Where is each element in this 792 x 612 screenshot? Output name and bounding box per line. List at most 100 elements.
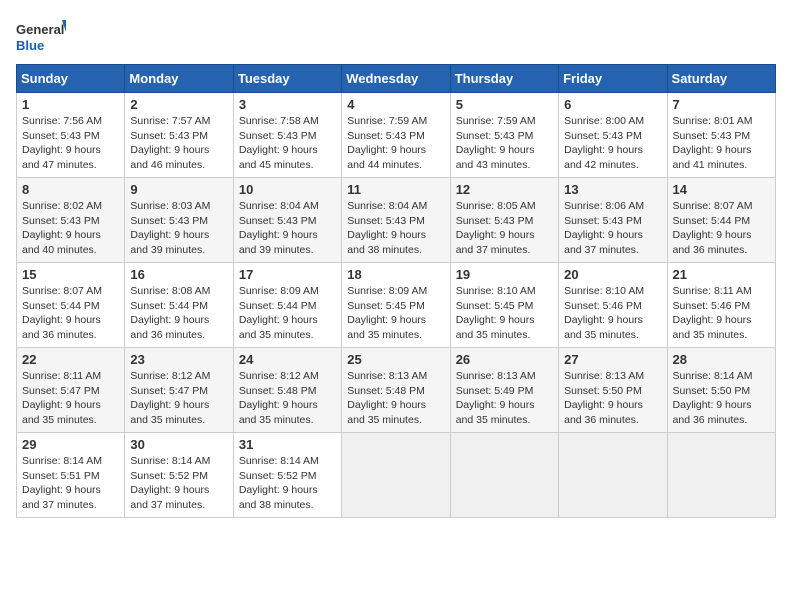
calendar-cell: 12 Sunrise: 8:05 AMSunset: 5:43 PMDaylig… bbox=[450, 178, 558, 263]
day-info: Sunrise: 8:06 AMSunset: 5:43 PMDaylight:… bbox=[564, 199, 661, 258]
day-info: Sunrise: 8:04 AMSunset: 5:43 PMDaylight:… bbox=[239, 199, 336, 258]
day-header-tuesday: Tuesday bbox=[233, 65, 341, 93]
calendar-cell: 4 Sunrise: 7:59 AMSunset: 5:43 PMDayligh… bbox=[342, 93, 450, 178]
day-info: Sunrise: 8:08 AMSunset: 5:44 PMDaylight:… bbox=[130, 284, 227, 343]
day-info: Sunrise: 7:57 AMSunset: 5:43 PMDaylight:… bbox=[130, 114, 227, 173]
day-info: Sunrise: 8:13 AMSunset: 5:49 PMDaylight:… bbox=[456, 369, 553, 428]
day-number: 25 bbox=[347, 352, 444, 367]
day-info: Sunrise: 7:59 AMSunset: 5:43 PMDaylight:… bbox=[347, 114, 444, 173]
calendar-week-3: 15 Sunrise: 8:07 AMSunset: 5:44 PMDaylig… bbox=[17, 263, 776, 348]
day-info: Sunrise: 8:04 AMSunset: 5:43 PMDaylight:… bbox=[347, 199, 444, 258]
logo-svg: General Blue bbox=[16, 16, 66, 56]
svg-text:General: General bbox=[16, 22, 64, 37]
day-number: 9 bbox=[130, 182, 227, 197]
calendar-cell: 20 Sunrise: 8:10 AMSunset: 5:46 PMDaylig… bbox=[559, 263, 667, 348]
day-info: Sunrise: 8:07 AMSunset: 5:44 PMDaylight:… bbox=[22, 284, 119, 343]
calendar-week-4: 22 Sunrise: 8:11 AMSunset: 5:47 PMDaylig… bbox=[17, 348, 776, 433]
calendar-cell bbox=[559, 433, 667, 518]
calendar-cell: 14 Sunrise: 8:07 AMSunset: 5:44 PMDaylig… bbox=[667, 178, 775, 263]
calendar-cell bbox=[342, 433, 450, 518]
day-number: 19 bbox=[456, 267, 553, 282]
calendar-cell bbox=[450, 433, 558, 518]
day-info: Sunrise: 8:13 AMSunset: 5:48 PMDaylight:… bbox=[347, 369, 444, 428]
calendar-cell: 27 Sunrise: 8:13 AMSunset: 5:50 PMDaylig… bbox=[559, 348, 667, 433]
calendar-cell: 21 Sunrise: 8:11 AMSunset: 5:46 PMDaylig… bbox=[667, 263, 775, 348]
day-info: Sunrise: 8:05 AMSunset: 5:43 PMDaylight:… bbox=[456, 199, 553, 258]
calendar-cell: 29 Sunrise: 8:14 AMSunset: 5:51 PMDaylig… bbox=[17, 433, 125, 518]
calendar-week-2: 8 Sunrise: 8:02 AMSunset: 5:43 PMDayligh… bbox=[17, 178, 776, 263]
day-info: Sunrise: 8:14 AMSunset: 5:52 PMDaylight:… bbox=[239, 454, 336, 513]
calendar-cell: 30 Sunrise: 8:14 AMSunset: 5:52 PMDaylig… bbox=[125, 433, 233, 518]
day-number: 3 bbox=[239, 97, 336, 112]
calendar-cell: 17 Sunrise: 8:09 AMSunset: 5:44 PMDaylig… bbox=[233, 263, 341, 348]
calendar-cell: 7 Sunrise: 8:01 AMSunset: 5:43 PMDayligh… bbox=[667, 93, 775, 178]
calendar-cell bbox=[667, 433, 775, 518]
calendar-cell: 11 Sunrise: 8:04 AMSunset: 5:43 PMDaylig… bbox=[342, 178, 450, 263]
day-number: 16 bbox=[130, 267, 227, 282]
day-info: Sunrise: 8:14 AMSunset: 5:52 PMDaylight:… bbox=[130, 454, 227, 513]
day-info: Sunrise: 8:07 AMSunset: 5:44 PMDaylight:… bbox=[673, 199, 770, 258]
day-info: Sunrise: 7:58 AMSunset: 5:43 PMDaylight:… bbox=[239, 114, 336, 173]
calendar-cell: 6 Sunrise: 8:00 AMSunset: 5:43 PMDayligh… bbox=[559, 93, 667, 178]
day-number: 26 bbox=[456, 352, 553, 367]
day-number: 6 bbox=[564, 97, 661, 112]
day-info: Sunrise: 7:56 AMSunset: 5:43 PMDaylight:… bbox=[22, 114, 119, 173]
calendar-cell: 28 Sunrise: 8:14 AMSunset: 5:50 PMDaylig… bbox=[667, 348, 775, 433]
day-number: 1 bbox=[22, 97, 119, 112]
day-info: Sunrise: 8:11 AMSunset: 5:47 PMDaylight:… bbox=[22, 369, 119, 428]
day-number: 24 bbox=[239, 352, 336, 367]
calendar-cell: 24 Sunrise: 8:12 AMSunset: 5:48 PMDaylig… bbox=[233, 348, 341, 433]
calendar-body: 1 Sunrise: 7:56 AMSunset: 5:43 PMDayligh… bbox=[17, 93, 776, 518]
day-number: 5 bbox=[456, 97, 553, 112]
calendar-header-row: SundayMondayTuesdayWednesdayThursdayFrid… bbox=[17, 65, 776, 93]
day-header-monday: Monday bbox=[125, 65, 233, 93]
day-info: Sunrise: 8:13 AMSunset: 5:50 PMDaylight:… bbox=[564, 369, 661, 428]
day-info: Sunrise: 7:59 AMSunset: 5:43 PMDaylight:… bbox=[456, 114, 553, 173]
day-header-wednesday: Wednesday bbox=[342, 65, 450, 93]
calendar-cell: 9 Sunrise: 8:03 AMSunset: 5:43 PMDayligh… bbox=[125, 178, 233, 263]
day-number: 2 bbox=[130, 97, 227, 112]
calendar-cell: 2 Sunrise: 7:57 AMSunset: 5:43 PMDayligh… bbox=[125, 93, 233, 178]
calendar-table: SundayMondayTuesdayWednesdayThursdayFrid… bbox=[16, 64, 776, 518]
calendar-cell: 8 Sunrise: 8:02 AMSunset: 5:43 PMDayligh… bbox=[17, 178, 125, 263]
calendar-cell: 13 Sunrise: 8:06 AMSunset: 5:43 PMDaylig… bbox=[559, 178, 667, 263]
day-info: Sunrise: 8:12 AMSunset: 5:48 PMDaylight:… bbox=[239, 369, 336, 428]
logo: General Blue bbox=[16, 16, 66, 56]
day-number: 20 bbox=[564, 267, 661, 282]
day-number: 29 bbox=[22, 437, 119, 452]
day-number: 22 bbox=[22, 352, 119, 367]
day-info: Sunrise: 8:12 AMSunset: 5:47 PMDaylight:… bbox=[130, 369, 227, 428]
calendar-cell: 22 Sunrise: 8:11 AMSunset: 5:47 PMDaylig… bbox=[17, 348, 125, 433]
calendar-cell: 23 Sunrise: 8:12 AMSunset: 5:47 PMDaylig… bbox=[125, 348, 233, 433]
day-info: Sunrise: 8:14 AMSunset: 5:51 PMDaylight:… bbox=[22, 454, 119, 513]
day-info: Sunrise: 8:01 AMSunset: 5:43 PMDaylight:… bbox=[673, 114, 770, 173]
day-number: 14 bbox=[673, 182, 770, 197]
day-number: 4 bbox=[347, 97, 444, 112]
calendar-cell: 1 Sunrise: 7:56 AMSunset: 5:43 PMDayligh… bbox=[17, 93, 125, 178]
day-info: Sunrise: 8:00 AMSunset: 5:43 PMDaylight:… bbox=[564, 114, 661, 173]
day-number: 12 bbox=[456, 182, 553, 197]
day-number: 18 bbox=[347, 267, 444, 282]
day-info: Sunrise: 8:03 AMSunset: 5:43 PMDaylight:… bbox=[130, 199, 227, 258]
calendar-cell: 19 Sunrise: 8:10 AMSunset: 5:45 PMDaylig… bbox=[450, 263, 558, 348]
calendar-cell: 3 Sunrise: 7:58 AMSunset: 5:43 PMDayligh… bbox=[233, 93, 341, 178]
calendar-cell: 10 Sunrise: 8:04 AMSunset: 5:43 PMDaylig… bbox=[233, 178, 341, 263]
day-header-thursday: Thursday bbox=[450, 65, 558, 93]
day-number: 17 bbox=[239, 267, 336, 282]
day-info: Sunrise: 8:02 AMSunset: 5:43 PMDaylight:… bbox=[22, 199, 119, 258]
day-header-sunday: Sunday bbox=[17, 65, 125, 93]
calendar-week-1: 1 Sunrise: 7:56 AMSunset: 5:43 PMDayligh… bbox=[17, 93, 776, 178]
day-number: 27 bbox=[564, 352, 661, 367]
calendar-cell: 25 Sunrise: 8:13 AMSunset: 5:48 PMDaylig… bbox=[342, 348, 450, 433]
day-number: 31 bbox=[239, 437, 336, 452]
day-number: 8 bbox=[22, 182, 119, 197]
day-header-saturday: Saturday bbox=[667, 65, 775, 93]
day-info: Sunrise: 8:11 AMSunset: 5:46 PMDaylight:… bbox=[673, 284, 770, 343]
calendar-cell: 15 Sunrise: 8:07 AMSunset: 5:44 PMDaylig… bbox=[17, 263, 125, 348]
header: General Blue bbox=[16, 16, 776, 56]
day-number: 30 bbox=[130, 437, 227, 452]
day-number: 28 bbox=[673, 352, 770, 367]
calendar-cell: 16 Sunrise: 8:08 AMSunset: 5:44 PMDaylig… bbox=[125, 263, 233, 348]
calendar-cell: 31 Sunrise: 8:14 AMSunset: 5:52 PMDaylig… bbox=[233, 433, 341, 518]
day-number: 23 bbox=[130, 352, 227, 367]
